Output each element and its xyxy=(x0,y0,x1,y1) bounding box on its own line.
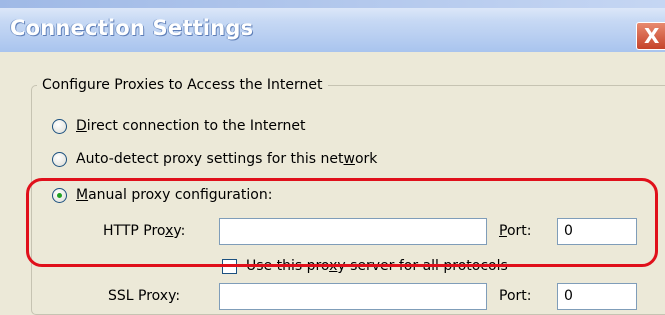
ssl-port-input[interactable]: 0 xyxy=(557,283,637,310)
ssl-port-label: Port: xyxy=(499,288,532,304)
radio-label: Direct connection to the Internet xyxy=(76,118,306,134)
http-port-input[interactable]: 0 xyxy=(557,218,637,245)
radio-auto-detect[interactable]: Auto-detect proxy settings for this netw… xyxy=(52,149,377,169)
http-port-label: Port: xyxy=(499,223,532,239)
close-icon: X xyxy=(644,24,660,48)
title-bar[interactable]: Connection Settings X xyxy=(0,0,665,52)
checkbox-use-for-all-protocols[interactable]: Use this proxy server for all protocols xyxy=(222,256,508,276)
radio-direct-connection[interactable]: Direct connection to the Internet xyxy=(52,116,305,136)
radio-button[interactable] xyxy=(52,118,67,134)
window-title: Connection Settings xyxy=(10,16,254,40)
radio-button[interactable] xyxy=(52,151,67,167)
checkbox-label: Use this proxy server for all protocols xyxy=(246,258,508,274)
radio-button-selected[interactable] xyxy=(52,187,67,203)
title-bar-strip xyxy=(0,0,665,8)
close-button[interactable]: X xyxy=(636,22,665,50)
ssl-proxy-label: SSL Proxy: xyxy=(108,288,181,304)
ssl-proxy-input[interactable] xyxy=(219,283,487,310)
groupbox-legend: Configure Proxies to Access the Internet xyxy=(37,75,328,95)
radio-label: Manual proxy configuration: xyxy=(76,187,273,203)
radio-manual-proxy[interactable]: Manual proxy configuration: xyxy=(52,185,272,205)
radio-label: Auto-detect proxy settings for this netw… xyxy=(76,151,378,167)
http-proxy-label: HTTP Proxy: xyxy=(103,223,186,239)
checkbox[interactable] xyxy=(222,258,237,274)
http-proxy-input[interactable] xyxy=(219,218,487,245)
